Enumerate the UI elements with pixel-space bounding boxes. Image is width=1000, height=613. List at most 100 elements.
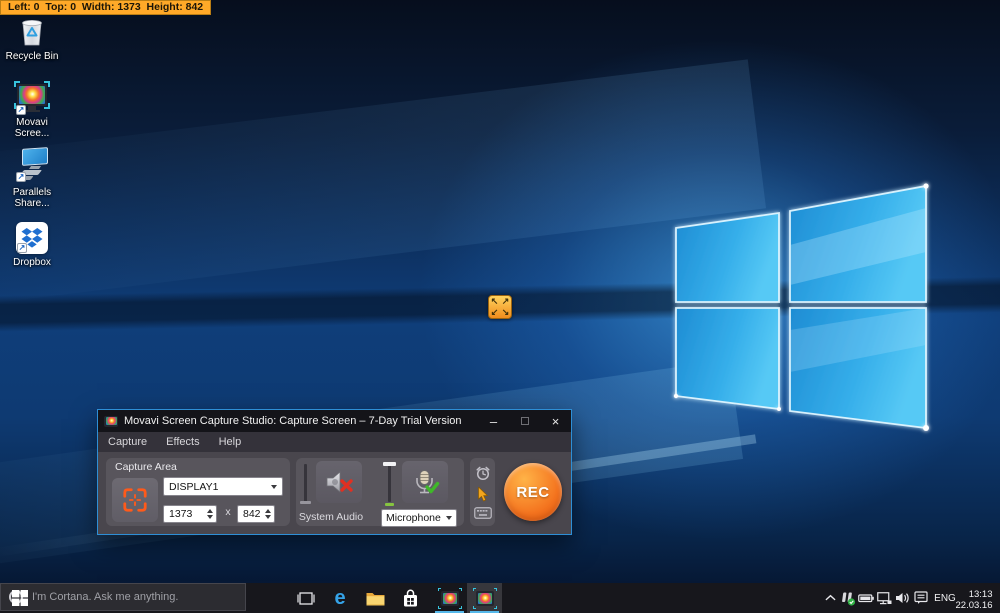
- search-placeholder-text: I'm Cortana. Ask me anything.: [32, 591, 179, 603]
- tray-show-hidden-icons[interactable]: [822, 583, 838, 613]
- keyboard-icon: [473, 507, 492, 519]
- alarm-clock-icon: [475, 466, 490, 481]
- window-title: Movavi Screen Capture Studio: Capture Sc…: [124, 415, 462, 427]
- clock-date: 22.03.16: [955, 599, 993, 611]
- task-view-icon: [297, 591, 315, 605]
- windows-logo: [673, 183, 929, 431]
- menu-capture[interactable]: Capture: [108, 436, 147, 448]
- desktop-icon-parallels[interactable]: ↗ Parallels Share...: [0, 147, 64, 209]
- close-button[interactable]: ×: [540, 410, 571, 432]
- capture-area-group: Capture Area DISPLAY1 1373 x 842: [106, 458, 290, 526]
- capture-area-label: Capture Area: [115, 461, 177, 473]
- system-audio-volume-slider[interactable]: [298, 462, 313, 508]
- desktop-icon-label: Parallels Share...: [12, 187, 52, 209]
- tray-volume[interactable]: [893, 583, 911, 613]
- rec-button-label: REC: [516, 483, 550, 501]
- capture-area-expand-handle[interactable]: ↖ ↗ ↙ ↘: [488, 295, 512, 319]
- start-button[interactable]: [0, 583, 40, 613]
- action-center-icon: [914, 591, 928, 604]
- display-select-value: DISPLAY1: [169, 480, 219, 493]
- capture-width-stepper[interactable]: 1373: [163, 505, 217, 523]
- movavi-app-icon: ↗: [0, 78, 64, 115]
- capture-width-value: 1373: [169, 508, 193, 520]
- edge-icon: e: [334, 587, 346, 609]
- spin-up-icon[interactable]: [207, 509, 213, 513]
- desktop-screen: Left: 0 Top: 0 Width: 1373 Height: 842 R…: [0, 0, 1000, 613]
- parallels-app-icon: ↗: [0, 147, 64, 184]
- capture-region-info-bar: Left: 0 Top: 0 Width: 1373 Height: 842: [0, 0, 212, 15]
- tray-battery[interactable]: [857, 583, 875, 613]
- capture-keystrokes-button[interactable]: [473, 507, 492, 519]
- window-menubar: Capture Effects Help: [98, 432, 571, 452]
- desktop-icon-recycle-bin[interactable]: Recycle Bin: [0, 12, 64, 62]
- shortcut-arrow-icon: ↗: [16, 172, 26, 182]
- microphone-select[interactable]: Microphone (I: [381, 509, 457, 527]
- taskbar: I'm Cortana. Ask me anything. e ENG 13:1…: [0, 583, 1000, 613]
- rec-button[interactable]: REC: [504, 463, 562, 521]
- minimize-button[interactable]: –: [478, 410, 509, 432]
- chevron-down-icon: [446, 516, 452, 520]
- dropbox-icon: ↗: [0, 218, 64, 254]
- desktop-icon-label: Dropbox: [13, 257, 51, 268]
- desktop-icon-label: Recycle Bin: [5, 51, 59, 62]
- window-titlebar[interactable]: Movavi Screen Capture Studio: Capture Sc…: [98, 410, 571, 432]
- store-bag-icon: [403, 589, 417, 606]
- maximize-icon: [520, 417, 529, 425]
- chevron-down-icon: [271, 484, 277, 489]
- system-audio-label: System Audio: [298, 511, 364, 523]
- menu-help[interactable]: Help: [219, 436, 242, 448]
- desktop-icon-movavi[interactable]: ↗ Movavi Scree...: [0, 78, 64, 139]
- capture-height-value: 842: [243, 508, 261, 520]
- maximize-button[interactable]: [509, 410, 540, 432]
- network-icon: [876, 591, 891, 604]
- expand-arrow-se-icon: ↘: [501, 307, 510, 317]
- expand-arrow-ne-icon: ↗: [501, 296, 510, 306]
- cursor-icon: [477, 486, 488, 501]
- capture-tools-group: [470, 458, 495, 526]
- taskbar-movavi-window-2-active[interactable]: [467, 583, 502, 613]
- capture-height-stepper[interactable]: 842: [237, 505, 275, 523]
- spin-down-icon[interactable]: [207, 515, 213, 519]
- system-audio-toggle-button[interactable]: [316, 461, 362, 503]
- microphone-toggle-button[interactable]: [402, 461, 448, 503]
- capture-cursor-button[interactable]: [477, 486, 489, 502]
- shortcut-arrow-icon: ↗: [17, 243, 27, 253]
- microphone-select-value: Microphone (I: [386, 512, 443, 524]
- speaker-muted-icon: [326, 471, 353, 493]
- movavi-app-icon: [437, 587, 462, 609]
- speaker-icon: [895, 593, 909, 603]
- timer-button[interactable]: [475, 465, 491, 481]
- battery-icon: [858, 593, 874, 602]
- movavi-capture-window: Movavi Screen Capture Studio: Capture Sc…: [97, 409, 572, 535]
- shortcut-arrow-icon: ↗: [16, 105, 26, 115]
- tray-network[interactable]: [875, 583, 893, 613]
- desktop-icon-label: Movavi Scree...: [14, 117, 50, 139]
- file-explorer-button[interactable]: [360, 583, 390, 613]
- menu-effects[interactable]: Effects: [166, 436, 199, 448]
- spin-down-icon[interactable]: [265, 515, 271, 519]
- crosshair-icon: [123, 488, 147, 512]
- taskbar-movavi-window-1[interactable]: [432, 583, 467, 613]
- windows-store-button[interactable]: [395, 583, 425, 613]
- clock-time: 13:13: [968, 588, 993, 600]
- edge-browser-button[interactable]: e: [325, 583, 355, 613]
- windows-start-icon: [12, 590, 28, 606]
- tray-action-center[interactable]: [911, 583, 931, 613]
- tray-parallels-status[interactable]: [839, 583, 857, 613]
- microphone-enabled-icon: [416, 469, 440, 493]
- window-app-icon: [104, 415, 118, 427]
- spin-up-icon[interactable]: [265, 509, 271, 513]
- window-toolbar: Capture Area DISPLAY1 1373 x 842 System …: [98, 452, 571, 534]
- desktop-icon-dropbox[interactable]: ↗ Dropbox: [0, 218, 64, 268]
- expand-arrow-nw-icon: ↖: [490, 296, 499, 306]
- tray-clock[interactable]: 13:13 22.03.16: [953, 583, 995, 613]
- expand-arrow-sw-icon: ↙: [490, 307, 499, 317]
- task-view-button[interactable]: [291, 583, 321, 613]
- movavi-app-icon: [472, 587, 497, 609]
- dimensions-separator: x: [225, 506, 231, 518]
- microphone-volume-slider[interactable]: [382, 462, 397, 508]
- audio-group: System Audio Microphone: [296, 458, 464, 527]
- select-capture-area-button[interactable]: [112, 478, 158, 522]
- parallels-tray-icon: [841, 592, 855, 606]
- display-select[interactable]: DISPLAY1: [163, 477, 283, 496]
